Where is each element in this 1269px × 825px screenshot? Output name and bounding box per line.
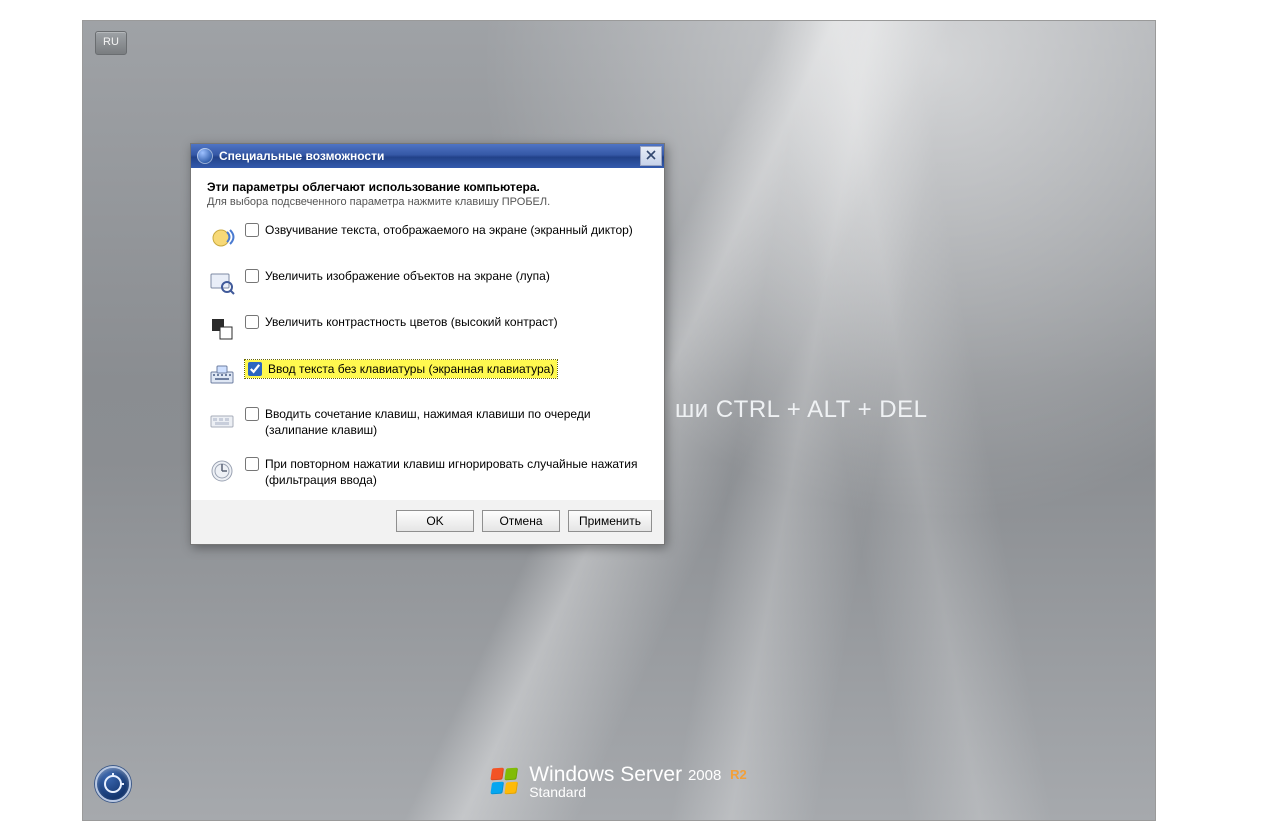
brand-line1: Windows Server <box>529 763 682 786</box>
option-filter-keys: При повторном нажатии клавиш игнорироват… <box>209 456 648 488</box>
option-narrator-checkbox[interactable] <box>245 223 259 237</box>
option-sticky-keys-checkbox[interactable] <box>245 407 259 421</box>
filter-keys-icon <box>209 458 235 484</box>
option-osk-label[interactable]: Ввод текста без клавиатуры (экранная кла… <box>245 360 557 378</box>
option-sticky-keys: Вводить сочетание клавиш, нажимая клавиш… <box>209 406 648 438</box>
login-desktop: RU ши CTRL + ALT + DEL Специальные возмо… <box>83 21 1155 820</box>
close-icon <box>646 144 656 168</box>
dialog-title: Специальные возможности <box>219 144 640 168</box>
option-label-text: Озвучивание текста, отображаемого на экр… <box>265 222 633 238</box>
option-high-contrast-label[interactable]: Увеличить контрастность цветов (высокий … <box>245 314 558 330</box>
option-magnifier: Увеличить изображение объектов на экране… <box>209 268 648 296</box>
ctrl-alt-del-hint: ши CTRL + ALT + DEL <box>675 396 927 424</box>
option-osk: Ввод текста без клавиатуры (экранная кла… <box>209 360 648 388</box>
ok-button[interactable]: OK <box>396 510 474 532</box>
option-filter-keys-label[interactable]: При повторном нажатии клавиш игнорироват… <box>245 456 645 488</box>
ease-of-access-button[interactable] <box>95 766 131 802</box>
os-branding: Windows Server 2008 R2 Standard <box>491 763 747 800</box>
option-label-text: Увеличить изображение объектов на экране… <box>265 268 550 284</box>
option-narrator: Озвучивание текста, отображаемого на экр… <box>209 222 648 250</box>
option-filter-keys-checkbox[interactable] <box>245 457 259 471</box>
option-label-text: Ввод текста без клавиатуры (экранная кла… <box>268 361 554 377</box>
keyboard-icon <box>209 362 235 388</box>
cancel-button[interactable]: Отмена <box>482 510 560 532</box>
option-narrator-label[interactable]: Озвучивание текста, отображаемого на экр… <box>245 222 633 238</box>
dialog-heading: Эти параметры облегчают использование ко… <box>207 180 648 194</box>
option-label-text: Увеличить контрастность цветов (высокий … <box>265 314 558 330</box>
dialog-subheading: Для выбора подсвеченного параметра нажми… <box>207 196 648 208</box>
option-sticky-keys-label[interactable]: Вводить сочетание клавиш, нажимая клавиш… <box>245 406 645 438</box>
option-magnifier-checkbox[interactable] <box>245 269 259 283</box>
brand-year: 2008 <box>688 767 721 784</box>
dialog-titlebar[interactable]: Специальные возможности <box>191 144 664 168</box>
ease-of-access-dialog: Специальные возможности Эти параметры об… <box>190 143 665 545</box>
options-list: Озвучивание текста, отображаемого на экр… <box>207 222 648 488</box>
option-magnifier-label[interactable]: Увеличить изображение объектов на экране… <box>245 268 550 284</box>
option-osk-checkbox[interactable] <box>248 362 262 376</box>
option-label-text: Вводить сочетание клавиш, нажимая клавиш… <box>265 406 645 438</box>
sticky-keys-icon <box>209 408 235 434</box>
ease-of-access-icon <box>197 148 213 164</box>
narrator-icon <box>209 224 235 250</box>
close-button[interactable] <box>640 146 662 166</box>
apply-button[interactable]: Применить <box>568 510 652 532</box>
option-high-contrast-checkbox[interactable] <box>245 315 259 329</box>
ease-of-access-glyph-icon <box>104 775 122 793</box>
magnifier-icon <box>209 270 235 296</box>
high-contrast-icon <box>209 316 235 342</box>
language-indicator[interactable]: RU <box>95 31 127 55</box>
brand-r2: R2 <box>730 767 747 782</box>
screenshot-frame: RU ши CTRL + ALT + DEL Специальные возмо… <box>82 20 1156 821</box>
dialog-button-bar: OK Отмена Применить <box>191 500 664 544</box>
option-label-text: При повторном нажатии клавиш игнорироват… <box>265 456 645 488</box>
option-high-contrast: Увеличить контрастность цветов (высокий … <box>209 314 648 342</box>
windows-flag-icon <box>491 768 519 796</box>
